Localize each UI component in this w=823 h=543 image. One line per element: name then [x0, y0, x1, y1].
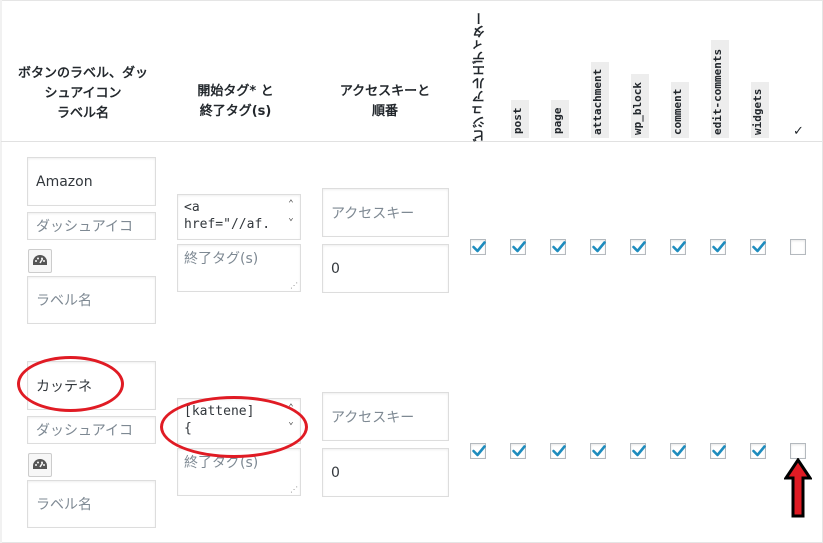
checkbox-all[interactable]	[790, 443, 806, 459]
header-page-cell: page	[551, 100, 569, 138]
check-icon	[472, 241, 486, 253]
table-left-edge	[0, 0, 2, 543]
resize-grip-icon[interactable]: ⋰	[290, 282, 298, 290]
checkbox-comment[interactable]	[670, 239, 686, 255]
checkbox-attachment[interactable]	[590, 239, 606, 255]
check-icon	[752, 241, 766, 253]
header-widgets-cell: widgets	[751, 82, 769, 138]
start-tag-text: <a href="//af.	[184, 200, 271, 232]
check-icon	[672, 241, 686, 253]
header-comment-cell: comment	[671, 82, 689, 138]
header-button-label-line3: ラベル名	[56, 106, 109, 121]
header-button-label-line2: シュアイコン	[44, 86, 122, 101]
header-tags-line1: 開始タグ* と	[197, 84, 274, 99]
checkbox-wp-block[interactable]	[630, 239, 646, 255]
resize-grip-icon[interactable]: ⋰	[290, 486, 298, 494]
start-tag-text: [kattene] {	[184, 404, 255, 436]
checkbox-edit-comments[interactable]	[710, 239, 726, 255]
dashicon-input[interactable]: ダッシュアイコ	[27, 212, 156, 240]
checkbox-post[interactable]	[510, 239, 526, 255]
checkbox-edit-comments[interactable]	[710, 443, 726, 459]
header-page: page	[551, 107, 564, 135]
header-widgets: widgets	[751, 88, 764, 135]
end-tag-textarea[interactable]: 終了タグ(s) ⋰	[177, 244, 301, 292]
button-label-input[interactable]: Amazon	[27, 157, 156, 206]
header-edit-comments-cell: edit-comments	[711, 40, 729, 138]
check-icon	[592, 445, 606, 457]
header-attachment: attachment	[591, 68, 604, 135]
header-divider	[1, 141, 822, 142]
header-post-cell: post	[511, 100, 529, 138]
check-icon	[712, 241, 726, 253]
header-button-label: ボタンのラベル、ダッ シュアイコン ラベル名	[8, 64, 158, 124]
header-access-key-line1: アクセスキーと	[339, 84, 431, 99]
check-icon	[672, 445, 686, 457]
access-key-input[interactable]: アクセスキー	[322, 392, 449, 441]
header-check: ✓	[793, 124, 804, 139]
dashicon-picker-button[interactable]	[28, 249, 52, 273]
label-name-input[interactable]: ラベル名	[27, 276, 156, 324]
check-icon	[552, 445, 566, 457]
checkbox-widgets[interactable]	[750, 443, 766, 459]
check-icon	[632, 241, 646, 253]
order-input[interactable]: 0	[322, 244, 449, 293]
header-comment: comment	[671, 88, 684, 135]
access-key-input[interactable]: アクセスキー	[322, 188, 449, 237]
header-tags-line2: 終了タグ(s)	[199, 104, 272, 119]
check-icon	[512, 241, 526, 253]
header-attachment-cell: attachment	[591, 62, 609, 138]
end-tag-placeholder: 終了タグ(s)	[184, 455, 259, 471]
dashicon-input[interactable]: ダッシュアイコ	[27, 416, 156, 444]
header-access-key-line2: 順番	[371, 104, 398, 119]
check-icon	[512, 445, 526, 457]
annotation-up-arrow-icon	[784, 458, 812, 518]
end-tag-textarea[interactable]: 終了タグ(s) ⋰	[177, 448, 301, 496]
dashicon-picker-button[interactable]	[28, 453, 52, 477]
order-input[interactable]: 0	[322, 448, 449, 497]
label-name-input[interactable]: ラベル名	[27, 480, 156, 528]
header-button-label-line1: ボタンのラベル、ダッ	[17, 66, 148, 81]
check-icon	[592, 241, 606, 253]
checkbox-attachment[interactable]	[590, 443, 606, 459]
check-icon	[712, 445, 726, 457]
check-icon	[752, 445, 766, 457]
start-tag-textarea[interactable]: [kattene] { ⌃ ⌄	[177, 398, 301, 444]
header-visual-editor: ビジュアルエディター	[473, 12, 488, 142]
checkbox-comment[interactable]	[670, 443, 686, 459]
checkbox-page[interactable]	[550, 443, 566, 459]
header-edit-comments: edit-comments	[711, 48, 724, 135]
checkbox-post[interactable]	[510, 443, 526, 459]
dashboard-icon	[33, 459, 47, 469]
dashboard-icon	[33, 255, 47, 265]
start-tag-textarea[interactable]: <a href="//af. ⌃ ⌄	[177, 194, 301, 240]
header-tags: 開始タグ* と 終了タグ(s)	[168, 82, 303, 122]
checkbox-widgets[interactable]	[750, 239, 766, 255]
end-tag-placeholder: 終了タグ(s)	[184, 251, 259, 267]
checkbox-visual-editor[interactable]	[470, 239, 486, 255]
checkbox-all[interactable]	[790, 239, 806, 255]
header-wp-block-cell: wp_block	[631, 74, 649, 138]
header-access-key: アクセスキーと 順番	[315, 82, 455, 122]
checkbox-visual-editor[interactable]	[470, 443, 486, 459]
checkbox-page[interactable]	[550, 239, 566, 255]
header-wp-block: wp_block	[631, 82, 644, 135]
button-label-input[interactable]: カッテネ	[27, 361, 156, 410]
check-icon	[552, 241, 566, 253]
check-icon	[632, 445, 646, 457]
scroll-arrows-icon[interactable]: ⌃ ⌄	[285, 401, 297, 429]
header-post: post	[511, 107, 524, 135]
scroll-arrows-icon[interactable]: ⌃ ⌄	[285, 197, 297, 225]
check-icon	[472, 445, 486, 457]
checkbox-wp-block[interactable]	[630, 443, 646, 459]
